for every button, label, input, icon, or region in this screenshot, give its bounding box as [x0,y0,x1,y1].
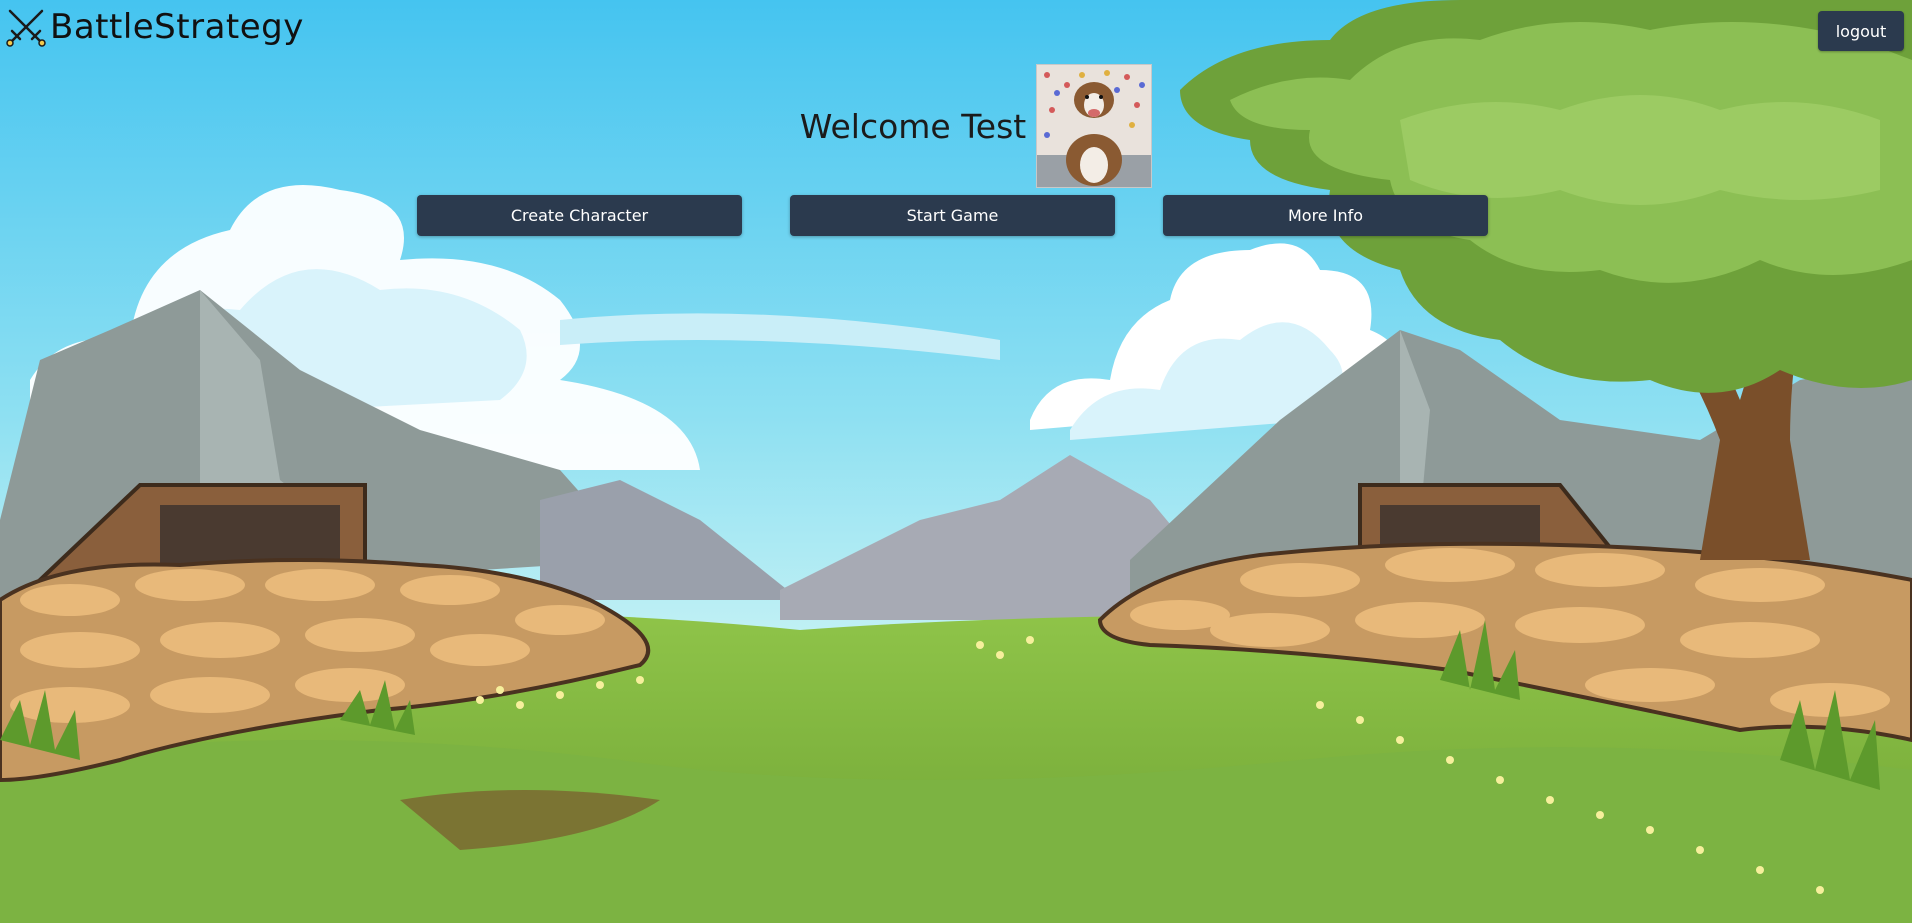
welcome-section: Welcome Test [0,64,1912,188]
dog-photo-avatar [1036,64,1153,188]
brand-logo[interactable]: BattleStrategy [4,4,304,50]
logout-button[interactable]: logout [1818,11,1904,51]
welcome-heading: Welcome Test [799,106,1027,146]
start-game-button[interactable]: Start Game [790,195,1115,236]
brand-name: BattleStrategy [50,7,304,47]
more-info-button[interactable]: More Info [1163,195,1488,236]
create-character-button[interactable]: Create Character [417,195,742,236]
crossed-swords-icon [6,9,46,47]
